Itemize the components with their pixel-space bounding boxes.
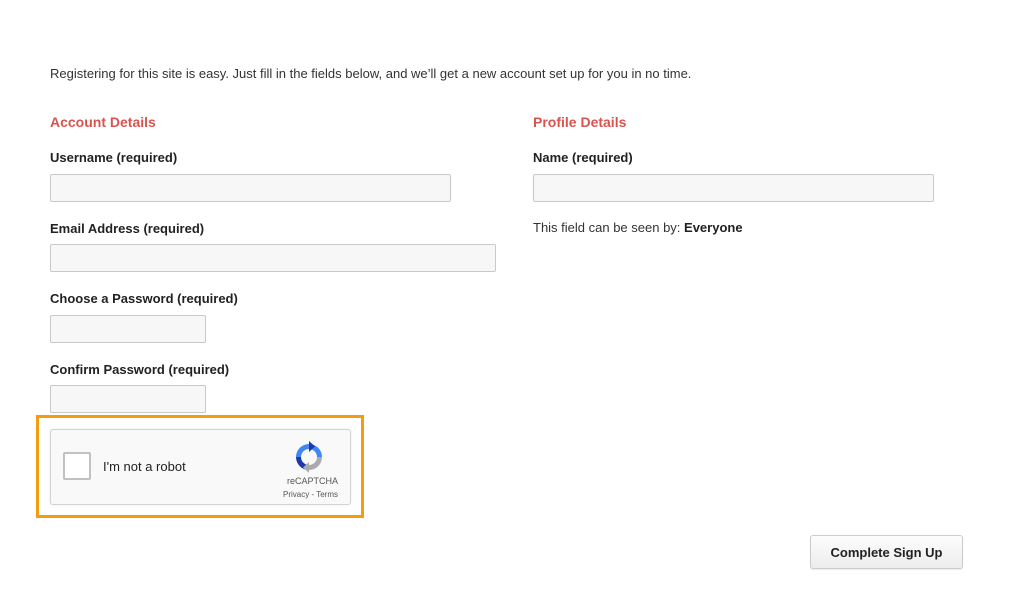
recaptcha-checkbox[interactable] — [63, 452, 91, 480]
username-label: Username (required) — [50, 150, 178, 165]
password-label: Choose a Password (required) — [50, 291, 238, 306]
name-label: Name (required) — [533, 150, 633, 165]
visibility-value: Everyone — [684, 220, 743, 235]
confirm-password-input[interactable] — [50, 385, 206, 413]
confirm-password-label: Confirm Password (required) — [50, 362, 230, 377]
username-input[interactable] — [50, 174, 451, 202]
recaptcha-logo-icon — [296, 441, 322, 473]
email-input[interactable] — [50, 244, 496, 272]
account-details-heading: Account Details — [50, 114, 156, 130]
recaptcha-widget: I'm not a robot reCAPTCHA Privacy - Term… — [50, 429, 351, 505]
visibility-prefix: This field can be seen by: — [533, 220, 685, 235]
registration-page: Registering for this site is easy. Just … — [0, 0, 1024, 614]
recaptcha-label: I'm not a robot — [103, 459, 186, 474]
password-input[interactable] — [50, 315, 206, 343]
recaptcha-privacy-link[interactable]: Privacy — [283, 490, 309, 499]
recaptcha-terms-link[interactable]: Terms — [316, 490, 338, 499]
intro-text: Registering for this site is easy. Just … — [50, 66, 692, 81]
name-input[interactable] — [533, 174, 934, 202]
field-visibility-note: This field can be seen by: Everyone — [533, 220, 743, 235]
recaptcha-links: Privacy - Terms — [283, 490, 338, 499]
complete-sign-up-button[interactable]: Complete Sign Up — [810, 535, 963, 569]
profile-details-heading: Profile Details — [533, 114, 627, 130]
recaptcha-brand: reCAPTCHA — [286, 476, 338, 486]
email-label: Email Address (required) — [50, 221, 205, 236]
